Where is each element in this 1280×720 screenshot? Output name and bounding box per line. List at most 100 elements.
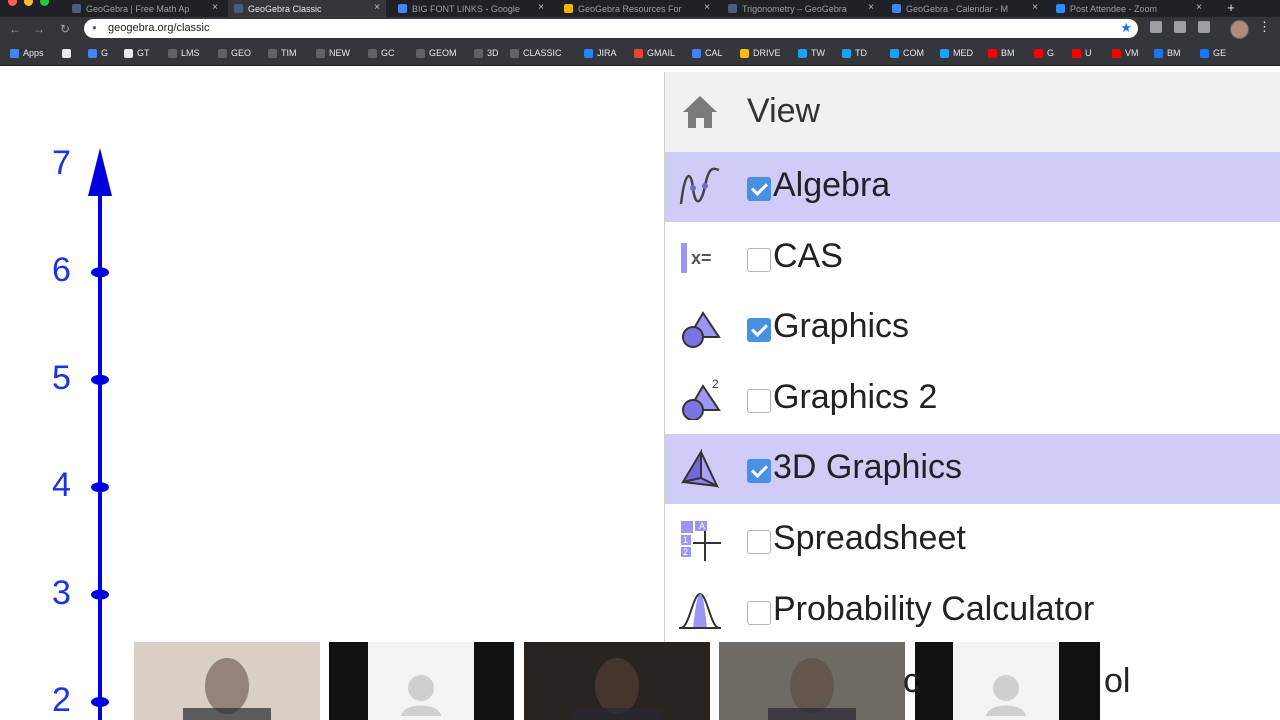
view-item-graphics-2[interactable]: 2 Graphics 2 <box>665 364 1280 434</box>
video-tile-empty[interactable] <box>329 642 368 720</box>
bookmark-item[interactable]: TIM <box>268 47 297 59</box>
browser-tab[interactable]: GeoGebra - Calendar - M × <box>886 0 1044 17</box>
bookmark-item[interactable]: GEOM <box>416 47 457 59</box>
bookmark-label: GE <box>1213 48 1227 58</box>
browser-tab[interactable]: GeoGebra | Free Math Ap × <box>66 0 224 17</box>
forward-button[interactable]: → <box>30 20 48 38</box>
bookmark-label: BM <box>1167 48 1181 58</box>
bookmark-label: Apps <box>23 48 44 58</box>
extension-icon[interactable] <box>1198 21 1210 33</box>
bookmark-item[interactable]: GMAIL <box>634 47 675 59</box>
video-tile-empty[interactable] <box>915 642 953 720</box>
bookmark-favicon-icon <box>1200 48 1209 58</box>
svg-text:1: 1 <box>683 535 688 545</box>
bookmark-item[interactable]: DRIVE <box>740 47 781 59</box>
bookmark-item[interactable]: NEW <box>316 47 350 59</box>
bookmark-label: BM <box>1001 48 1015 58</box>
cas-icon: x= <box>681 242 712 273</box>
view-item-checkbox[interactable] <box>747 318 771 343</box>
tab-close-icon[interactable]: × <box>538 2 544 13</box>
tab-close-icon[interactable]: × <box>868 2 874 13</box>
view-item-cas[interactable]: x= CAS <box>665 223 1280 293</box>
video-tile-camera[interactable] <box>524 642 710 720</box>
bookmark-item[interactable]: TD <box>842 47 867 59</box>
zoom-window-button[interactable] <box>40 0 49 6</box>
bookmark-item[interactable]: U <box>1072 47 1092 59</box>
bookmark-item[interactable]: 3D <box>474 47 499 59</box>
participant-avatar-icon <box>401 675 441 716</box>
browser-tab[interactable]: GeoGebra Resources For × <box>558 0 716 17</box>
bookmark-star-icon[interactable]: ★ <box>1120 20 1132 36</box>
view-item-checkbox[interactable] <box>747 388 771 413</box>
tab-close-icon[interactable]: × <box>704 2 710 13</box>
bookmark-item[interactable]: JIRA <box>584 47 617 59</box>
tab-close-icon[interactable]: × <box>374 2 380 13</box>
view-menu-panel: View Algebra x= CAS Graphics 2 Graphics 2 3D G… <box>664 72 1280 652</box>
bookmark-item[interactable] <box>62 47 75 59</box>
profile-avatar[interactable] <box>1230 20 1249 39</box>
video-tile-placeholder[interactable] <box>368 642 474 720</box>
bookmark-item[interactable]: BM <box>1154 47 1181 59</box>
bookmark-label: CLASSIC <box>523 48 562 58</box>
bookmark-favicon-icon <box>940 48 949 58</box>
view-item-checkbox[interactable] <box>747 177 771 201</box>
y-tick-label: 6 <box>52 251 71 290</box>
close-window-button[interactable] <box>8 0 17 6</box>
home-icon[interactable] <box>681 94 719 130</box>
tab-close-icon[interactable]: × <box>1196 2 1202 13</box>
view-item-checkbox[interactable] <box>747 530 771 554</box>
bookmark-item[interactable]: MED <box>940 47 973 59</box>
minimize-window-button[interactable] <box>24 0 33 6</box>
view-item-3d-graphics[interactable]: 3D Graphics <box>665 434 1280 505</box>
reload-button[interactable]: ↻ <box>56 20 74 38</box>
video-tile-camera[interactable] <box>134 642 320 720</box>
browser-tab[interactable]: BIG FONT LINKS - Google × <box>392 0 550 17</box>
y-axis <box>88 148 112 720</box>
view-item-algebra[interactable]: Algebra <box>665 152 1280 222</box>
video-tile-placeholder[interactable] <box>953 642 1059 720</box>
bookmark-item[interactable]: GE <box>1200 47 1226 59</box>
bookmark-item[interactable]: GT <box>124 47 150 59</box>
bookmark-item[interactable]: G <box>1034 47 1054 59</box>
bookmark-item[interactable]: COM <box>890 47 924 59</box>
view-item-graphics[interactable]: Graphics <box>665 293 1280 363</box>
address-bar[interactable]: ● geogebra.org/classic ★ <box>84 19 1138 38</box>
view-item-checkbox[interactable] <box>747 600 771 625</box>
view-item-probability-calculator[interactable]: Probability Calculator <box>665 576 1280 646</box>
view-item-spreadsheet[interactable]: A 1 2 Spreadsheet <box>665 505 1280 575</box>
video-tile-camera[interactable] <box>719 642 905 720</box>
video-tile-empty[interactable] <box>474 642 514 720</box>
bookmark-item[interactable]: VM <box>1112 47 1139 59</box>
bookmark-label: TW <box>811 48 825 58</box>
bookmark-item[interactable]: CLASSIC <box>510 47 562 59</box>
bookmark-favicon-icon <box>1112 48 1121 58</box>
view-item-checkbox[interactable] <box>747 459 771 484</box>
tab-favicon-icon <box>234 4 243 13</box>
video-tile-empty[interactable] <box>1059 642 1100 720</box>
back-button[interactable]: ← <box>6 20 24 38</box>
browser-menu-icon[interactable]: ⋮ <box>1258 19 1271 35</box>
bookmark-item[interactable]: LMS <box>168 47 200 59</box>
view-item-label: Graphics <box>773 307 910 346</box>
browser-tab[interactable]: Trigonometry – GeoGebra × <box>722 0 880 17</box>
tab-close-icon[interactable]: × <box>212 2 218 13</box>
extension-icon[interactable] <box>1150 21 1162 33</box>
bookmark-favicon-icon <box>510 48 519 58</box>
bookmark-item[interactable]: GC <box>368 47 395 59</box>
extension-icon[interactable] <box>1174 21 1186 33</box>
new-tab-button[interactable]: + <box>1222 0 1240 17</box>
bookmark-item[interactable]: TW <box>798 47 825 59</box>
bookmark-favicon-icon <box>1154 48 1163 58</box>
bookmark-favicon-icon <box>316 48 325 58</box>
bookmark-item[interactable]: BM <box>988 47 1015 59</box>
bookmark-item[interactable]: GEO <box>218 47 251 59</box>
browser-tab[interactable]: GeoGebra Classic × <box>228 0 386 17</box>
view-item-label: Spreadsheet <box>773 519 966 557</box>
graphics-view[interactable]: 7 6 5 4 3 2 <box>0 66 664 720</box>
bookmark-item[interactable]: G <box>88 47 108 59</box>
bookmark-item[interactable]: CAL <box>692 47 723 59</box>
view-item-checkbox[interactable] <box>747 247 771 272</box>
browser-tab[interactable]: Post Attendee - Zoom × <box>1050 0 1208 17</box>
tab-close-icon[interactable]: × <box>1032 2 1038 13</box>
bookmark-item[interactable]: Apps <box>10 47 44 59</box>
